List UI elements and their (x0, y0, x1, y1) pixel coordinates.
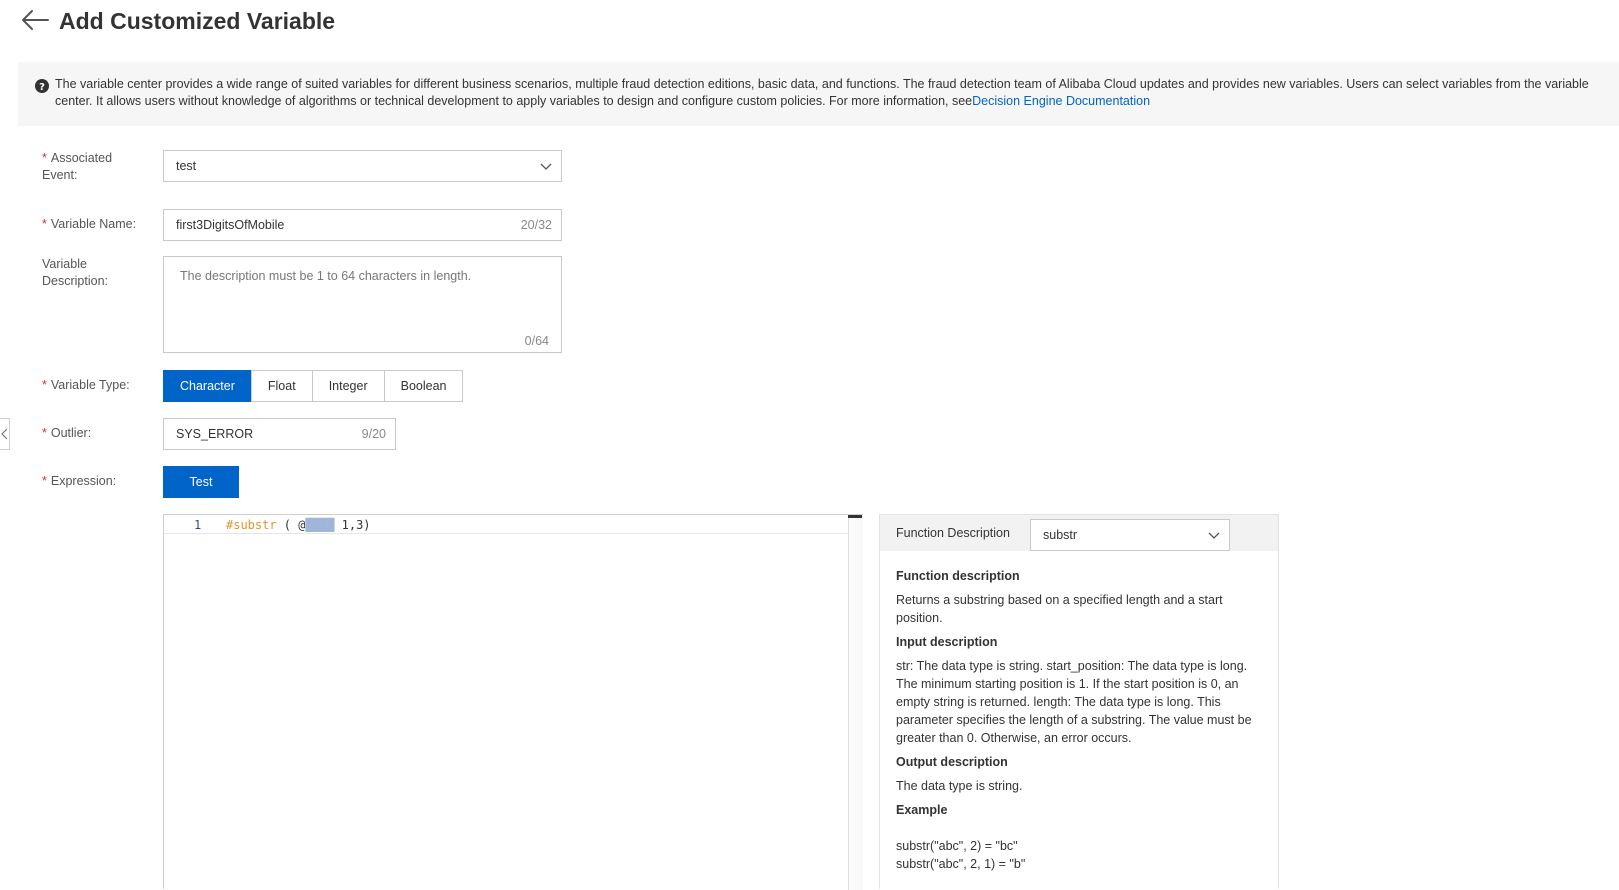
code-line[interactable]: #substr ( @████ 1,3) (226, 518, 371, 532)
example-heading: Example (896, 803, 948, 817)
function-description-content: Function description Returns a substring… (896, 567, 1266, 873)
associated-event-label: * Associated Event: (42, 151, 113, 182)
type-option-character[interactable]: Character (163, 370, 252, 402)
outlier-value: SYS_ERROR (176, 427, 254, 441)
output-text: The data type is string. (896, 779, 1023, 793)
variable-name-value: first3DigitsOfMobile (176, 218, 285, 232)
function-select[interactable]: substr (1030, 519, 1230, 551)
function-heading: Function description (896, 569, 1020, 583)
documentation-link[interactable]: Decision Engine Documentation (972, 94, 1150, 108)
test-button[interactable]: Test (163, 466, 239, 498)
type-option-boolean[interactable]: Boolean (383, 370, 464, 402)
function-description-panel: Function Description substr Function des… (879, 514, 1279, 889)
type-option-float[interactable]: Float (250, 370, 313, 402)
banner-description: The variable center provides a wide rang… (55, 77, 1589, 108)
code-args: 1,3) (334, 518, 371, 532)
input-text: str: The data type is string. start_posi… (896, 659, 1252, 745)
svg-text:?: ? (39, 82, 45, 93)
editor-scrollbar[interactable] (848, 515, 863, 890)
example-line: substr("abc", 2) = "bc" (896, 839, 1018, 853)
required-mark: * (42, 151, 47, 165)
variable-description-counter: 0/64 (524, 334, 549, 348)
outlier-counter: 9/20 (361, 427, 386, 441)
sidebar-collapse-toggle[interactable] (0, 418, 10, 450)
function-select-value: substr (1043, 528, 1078, 542)
code-function: #substr (226, 518, 277, 532)
example-line: substr("abc", 2, 1) = "b" (896, 857, 1026, 871)
type-option-integer[interactable]: Integer (311, 370, 385, 402)
chevron-down-icon (1207, 528, 1221, 542)
page-title: Add Customized Variable (59, 8, 336, 34)
variable-description-textarea[interactable]: The description must be 1 to 64 characte… (163, 256, 562, 353)
back-arrow-icon[interactable] (20, 8, 50, 32)
required-mark: * (42, 474, 47, 488)
info-banner-text: The variable center provides a wide rang… (55, 76, 1600, 110)
question-circle-icon: ? (35, 79, 49, 93)
code-open: ( @ (276, 518, 306, 532)
associated-event-select[interactable]: test (163, 150, 562, 182)
required-mark: * (42, 378, 47, 392)
variable-type-selector: Character Float Integer Boolean (163, 370, 464, 402)
outlier-label: * Outlier: (42, 426, 92, 440)
input-heading: Input description (896, 635, 998, 649)
line-number: 1 (194, 518, 202, 532)
variable-type-label: * Variable Type: (42, 378, 130, 392)
required-mark: * (42, 426, 47, 440)
chevron-left-icon (0, 428, 10, 452)
function-text: Returns a substring based on a specified… (896, 593, 1223, 625)
variable-name-counter: 20/32 (520, 218, 552, 232)
variable-description-placeholder: The description must be 1 to 64 characte… (180, 269, 472, 283)
variable-name-input[interactable]: first3DigitsOfMobile 20/32 (163, 209, 562, 241)
associated-event-value: test (176, 159, 197, 173)
chevron-down-icon (539, 159, 553, 173)
code-redacted: ████ (305, 518, 335, 532)
variable-description-label: Variable Description: (42, 257, 108, 288)
output-heading: Output description (896, 755, 1008, 769)
variable-name-label: * Variable Name: (42, 217, 137, 231)
function-description-label: Function Description (896, 526, 1010, 540)
required-mark: * (42, 217, 47, 231)
outlier-input[interactable]: SYS_ERROR 9/20 (163, 418, 396, 450)
expression-label: * Expression: (42, 474, 117, 488)
editor-scrollbar-thumb[interactable] (848, 515, 862, 518)
expression-editor[interactable]: 1 #substr ( @████ 1,3) (163, 514, 863, 890)
